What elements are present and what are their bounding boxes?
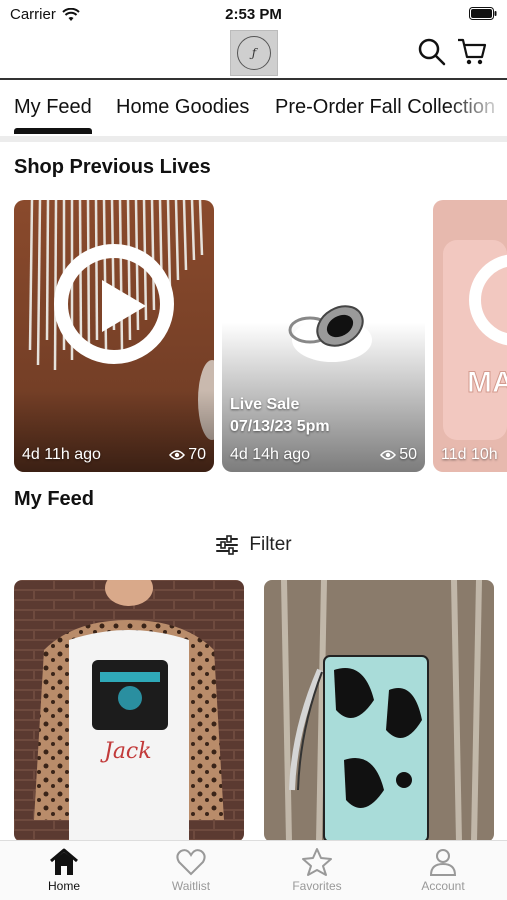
live-time-ago: 11d 10h [441,446,498,463]
logo-mark: ƒ [237,36,271,70]
live-title-line-1: Live Sale [230,396,300,413]
filter-button[interactable]: Filter [0,534,507,556]
nav-label: Home [47,879,80,893]
previous-lives-title: Shop Previous Lives [14,156,211,178]
status-bar: Carrier 2:53 PM [0,0,507,28]
search-icon[interactable] [416,36,448,68]
live-view-count: 50 [399,446,417,463]
active-tab-indicator [14,128,92,134]
sliders-icon [216,535,239,555]
category-tabs: My Feed Home Goodies Pre-Order Fall Coll… [0,82,507,136]
live-card[interactable]: MA 11d 10h [433,200,507,472]
product-card[interactable] [264,580,494,842]
cart-icon[interactable] [456,36,488,68]
my-feed-title: My Feed [14,488,95,510]
live-time-ago: 4d 11h ago [22,446,101,463]
status-time: 2:53 PM [225,6,282,23]
eye-icon [380,450,397,460]
battery-icon [469,7,497,20]
live-views: 70 [169,446,206,464]
svg-text:Jack: Jack [100,739,152,764]
nav-favorites[interactable]: Favorites [267,847,367,893]
tab-home-goodies[interactable]: Home Goodies [116,96,249,119]
nav-home[interactable]: Home [14,847,114,893]
bottom-tab-bar: Home Waitlist Favorites Account [0,840,507,900]
star-icon [302,848,332,876]
eye-icon [169,450,186,460]
svg-text:MA: MA [467,366,507,399]
live-card[interactable]: 4d 11h ago 70 [14,200,214,472]
filter-label: Filter [249,534,292,555]
app-header: ƒ [0,28,507,80]
live-title-line-2: 07/13/23 5pm [230,418,330,435]
nav-waitlist[interactable]: Waitlist [141,847,241,893]
section-divider [0,136,507,142]
home-icon [50,848,78,875]
tab-my-feed[interactable]: My Feed [14,96,92,119]
product-image: Jack [14,580,244,842]
live-card[interactable]: Live Sale 07/13/23 5pm 4d 14h ago 50 [222,200,425,472]
heart-icon [176,849,206,876]
nav-account[interactable]: Account [393,847,493,893]
tabs-fade [447,82,507,136]
live-view-count: 70 [188,446,206,463]
live-thumbnail: MA [433,200,507,472]
live-views: 50 [380,446,417,464]
live-time-ago: 4d 14h ago [230,446,311,463]
boutique-logo[interactable]: ƒ [230,30,278,76]
product-image [264,580,494,842]
live-title: Live Sale 07/13/23 5pm [230,394,330,438]
play-icon[interactable] [54,244,174,364]
person-icon [429,849,457,876]
nav-label: Waitlist [171,879,211,893]
nav-label: Favorites [292,879,342,893]
nav-label: Account [421,879,465,893]
product-card[interactable]: Jack [14,580,244,842]
